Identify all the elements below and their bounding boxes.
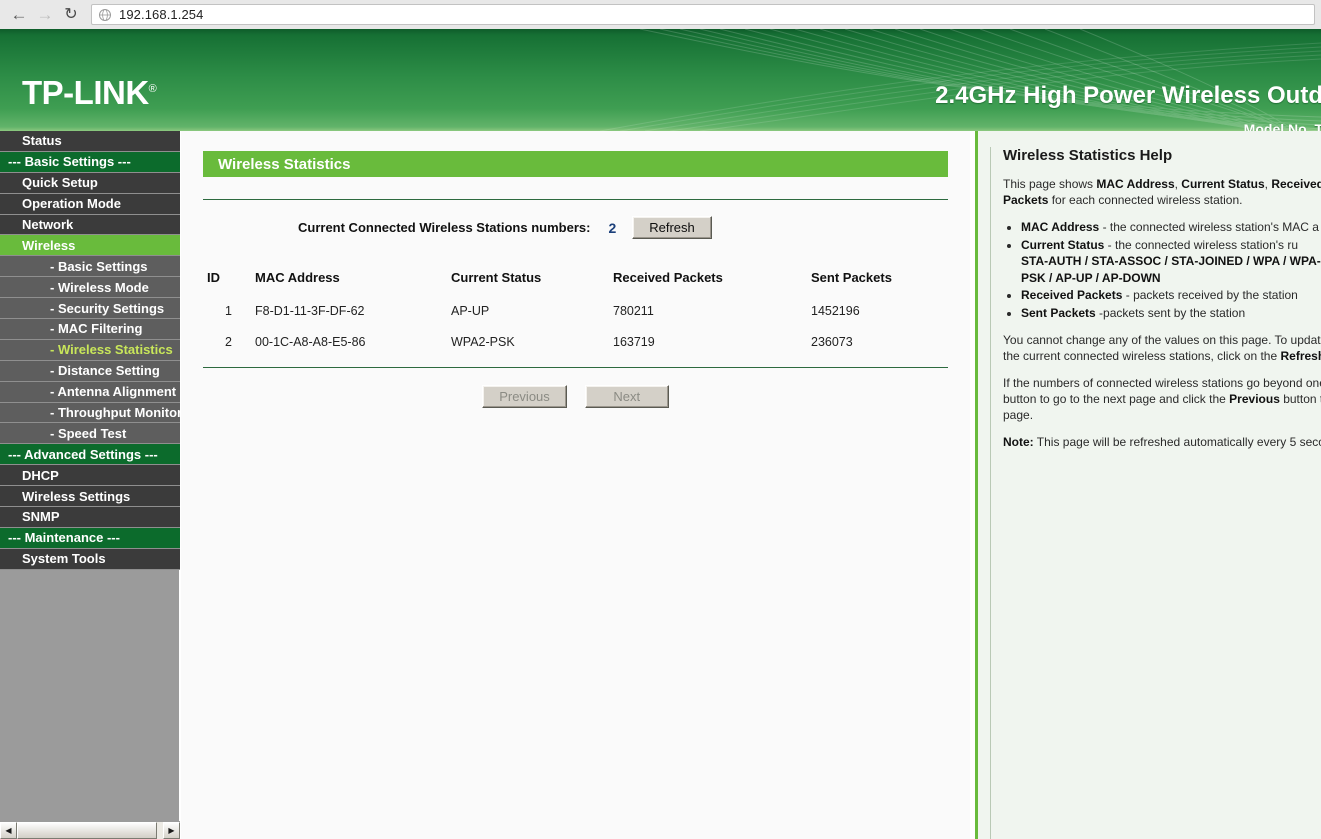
table-header-row: ID MAC Address Current Status Received P… — [203, 264, 948, 299]
sidebar-item-snmp[interactable]: SNMP — [0, 507, 180, 528]
page-title: Wireless Statistics — [203, 151, 948, 177]
tplink-logo: TP-LINK® — [22, 74, 157, 112]
cell-current-status: WPA2-PSK — [451, 335, 515, 349]
sidebar-item-maintenance: --- Maintenance --- — [0, 527, 180, 549]
sidebar-menu: Status --- Basic Settings --- Quick Setup O… — [0, 131, 182, 570]
help-paragraph-pagination: If the numbers of connected wireless sta… — [1003, 376, 1321, 422]
sidebar-item-speed-test[interactable]: - Speed Test — [0, 423, 180, 445]
scroll-right-arrow-icon[interactable]: ▶ — [163, 822, 180, 839]
cell-id: 2 — [225, 335, 232, 349]
column-header-received-packets: Received Packets — [613, 270, 723, 285]
column-header-current-status: Current Status — [451, 270, 542, 285]
reload-icon[interactable]: ↻ — [58, 2, 84, 28]
help-bullet-mac-address: MAC Address - the connected wireless sta… — [1021, 219, 1319, 236]
refresh-button[interactable]: Refresh — [632, 216, 712, 239]
banner-swoosh-decoration — [599, 29, 1321, 131]
sidebar-item-throughput-monitor[interactable]: - Throughput Monitor — [0, 402, 182, 424]
browser-toolbar: ← → ↻ 192.168.1.254 — [0, 0, 1321, 29]
cell-mac-address: F8-D1-11-3F-DF-62 — [255, 304, 365, 318]
scrollbar-thumb[interactable] — [17, 822, 157, 839]
help-panel: Wireless Statistics Help This page shows… — [975, 131, 1321, 839]
next-button[interactable]: Next — [584, 385, 669, 408]
sidebar-item-wireless-statistics[interactable]: - Wireless Statistics — [0, 339, 180, 361]
sidebar-item-mac-filtering[interactable]: - MAC Filtering — [0, 319, 180, 340]
previous-button[interactable]: Previous — [482, 385, 567, 408]
table-body: 1 F8-D1-11-3F-DF-62 AP-UP 780211 1452196 2 00-… — [203, 299, 948, 361]
table-row: 1 F8-D1-11-3F-DF-62 AP-UP 780211 1452196 — [203, 299, 948, 330]
sidebar-item-dhcp[interactable]: DHCP — [0, 465, 180, 487]
cell-sent-packets: 236073 — [811, 335, 853, 349]
help-intro: This page shows MAC Address, Current Sta… — [1003, 177, 1321, 207]
sidebar-item-network[interactable]: Network — [0, 214, 180, 236]
registered-mark: ® — [148, 83, 157, 95]
cell-sent-packets: 1452196 — [811, 304, 860, 318]
back-arrow-icon[interactable]: ← — [6, 2, 32, 28]
table-row: 2 00-1C-A8-A8-E5-86 WPA2-PSK 163719 236073 — [203, 330, 948, 361]
sidebar-item-distance-setting[interactable]: - Distance Setting — [0, 360, 180, 382]
help-note: Note: This page will be refreshed automa… — [1003, 435, 1321, 449]
station-count-row: Current Connected Wireless Stations numb… — [203, 216, 948, 239]
help-bullet-sent-packets: Sent Packets -packets sent by the statio… — [1021, 305, 1307, 322]
station-count-label: Current Connected Wireless Stations numb… — [298, 220, 591, 235]
sidebar-item-security-settings[interactable]: - Security Settings — [0, 298, 180, 320]
address-bar[interactable]: 192.168.1.254 — [91, 4, 1315, 25]
cell-mac-address: 00-1C-A8-A8-E5-86 — [255, 335, 366, 349]
product-title: 2.4GHz High Power Wireless Outd — [935, 82, 1321, 109]
scrollbar-track[interactable] — [17, 822, 163, 839]
help-title: Wireless Statistics Help — [1003, 147, 1173, 164]
help-bullet-current-status: Current Status - the connected wireless … — [1021, 237, 1321, 287]
divider-bottom — [203, 367, 948, 368]
sidebar-item-wireless-mode[interactable]: - Wireless Mode — [0, 277, 180, 299]
product-banner: TP-LINK® 2.4GHz High Power Wireless Outd… — [0, 29, 1321, 131]
help-bullet-list: MAC Address - the connected wireless sta… — [1021, 219, 1321, 322]
help-paragraph-refresh: You cannot change any of the values on t… — [1003, 333, 1321, 363]
cell-received-packets: 163719 — [613, 335, 655, 349]
divider-top — [203, 199, 948, 200]
wireless-statistics-table: ID MAC Address Current Status Received P… — [203, 264, 948, 361]
column-header-mac-address: MAC Address — [255, 270, 340, 285]
sidebar-item-basic-settings: --- Basic Settings --- — [0, 151, 180, 173]
sidebar-item-system-tools[interactable]: System Tools — [0, 548, 180, 570]
url-text: 192.168.1.254 — [119, 7, 204, 22]
main-panel: Wireless Statistics Current Connected Wi… — [181, 131, 970, 839]
column-header-sent-packets: Sent Packets — [811, 270, 892, 285]
column-header-id: ID — [207, 270, 220, 285]
forward-arrow-icon[interactable]: → — [32, 2, 58, 28]
cell-id: 1 — [225, 304, 232, 318]
logo-text: TP-LINK — [22, 74, 149, 111]
sidebar-navigation: Status --- Basic Settings --- Quick Setup O… — [0, 131, 182, 839]
sidebar-item-quick-setup[interactable]: Quick Setup — [0, 172, 180, 194]
pagination-controls: Previous Next — [203, 385, 948, 408]
sidebar-item-wireless-settings[interactable]: Wireless Settings — [0, 486, 180, 508]
sidebar-item-operation-mode[interactable]: Operation Mode — [0, 193, 180, 215]
content-area: Status --- Basic Settings --- Quick Setup O… — [0, 131, 1321, 839]
cell-received-packets: 780211 — [613, 304, 654, 318]
scroll-left-arrow-icon[interactable]: ◀ — [0, 822, 17, 839]
station-count-value: 2 — [608, 219, 617, 236]
sidebar-item-wireless[interactable]: Wireless — [0, 235, 180, 257]
router-page: TP-LINK® 2.4GHz High Power Wireless Outd… — [0, 29, 1321, 839]
sidebar-horizontal-scrollbar[interactable]: ◀ ▶ — [0, 821, 180, 839]
sidebar-item-advanced-settings: --- Advanced Settings --- — [0, 444, 180, 466]
help-bullet-received-packets: Received Packets - packets received by t… — [1021, 287, 1307, 304]
sidebar-item-antenna-alignment[interactable]: - Antenna Alignment — [0, 381, 180, 403]
sidebar-item-basic-settings[interactable]: - Basic Settings — [0, 256, 180, 278]
cell-current-status: AP-UP — [451, 304, 490, 318]
sidebar-item-status[interactable]: Status — [0, 131, 180, 152]
product-model: Model No. T — [1243, 121, 1321, 131]
globe-icon — [99, 8, 111, 21]
